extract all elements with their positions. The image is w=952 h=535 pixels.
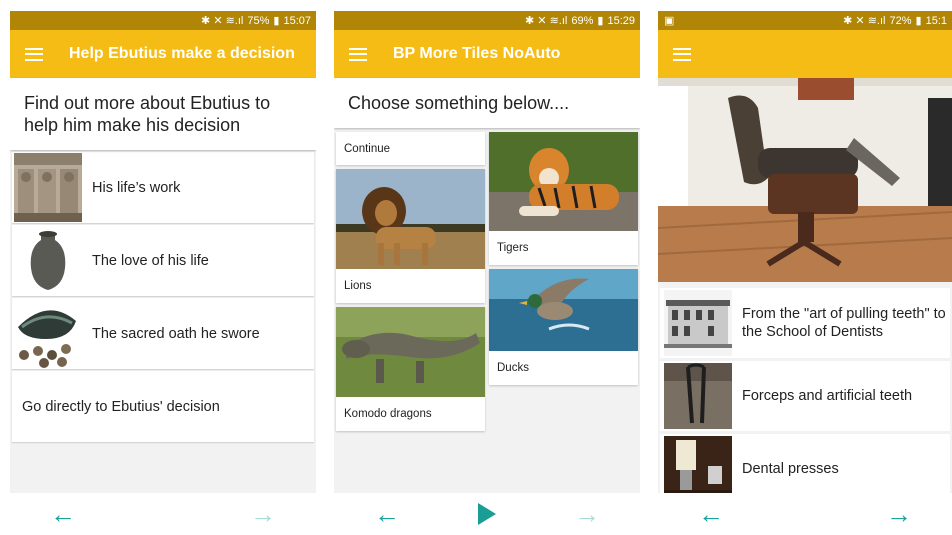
screen-dentistry: ▣ ✱ ✕ ≋.ıl 72% ▮ 15:1 From the "art of p… (658, 11, 952, 535)
building-image (664, 290, 732, 356)
battery-level: 75% (247, 14, 270, 27)
tile-lions[interactable]: Lions (336, 169, 485, 303)
clock: 15:1 (925, 14, 947, 27)
list-item-art-of-pulling-teeth[interactable]: From the "art of pulling teeth" to the S… (660, 288, 950, 358)
tile-tigers[interactable]: Tigers (489, 132, 638, 265)
tile-grid: Continue Lions Komodo dragons Tigers Duc… (334, 128, 640, 508)
list-item-decision[interactable]: Go directly to Ebutius' decision (12, 371, 314, 442)
screen-tiles: ✱ ✕ ≋.ıl 69% ▮ 15:29 BP More Tiles NoAut… (334, 11, 640, 535)
clock: 15:07 (283, 14, 311, 27)
image-notification-icon: ▣ (664, 15, 675, 27)
battery-icon: ▮ (273, 15, 280, 27)
list-item-forceps[interactable]: Forceps and artificial teeth (660, 361, 950, 431)
battery-level: 72% (889, 14, 912, 27)
back-arrow-icon[interactable]: ← (50, 501, 76, 527)
forward-arrow-icon[interactable]: → (886, 501, 912, 527)
tile-label: Continue (344, 142, 391, 155)
page-title: BP More Tiles NoAuto (393, 45, 561, 62)
clock: 15:29 (607, 14, 635, 27)
hamburger-menu-icon[interactable] (25, 47, 43, 61)
vase-image (14, 226, 82, 295)
app-bar (658, 30, 952, 78)
relief-sculpture-image (14, 153, 82, 222)
app-bar: Help Ebutius make a decision (10, 30, 316, 78)
status-bar: ▣ ✱ ✕ ≋.ıl 72% ▮ 15:1 (658, 11, 952, 30)
status-icons: ✱ ✕ ≋.ıl (201, 15, 244, 27)
battery-icon: ▮ (597, 15, 604, 27)
list-item-life-work[interactable]: His life’s work (12, 152, 314, 223)
tile-label: Komodo dragons (344, 408, 432, 420)
tile-ducks[interactable]: Ducks (489, 269, 638, 385)
status-bar: ✱ ✕ ≋.ıl 69% ▮ 15:29 (334, 11, 640, 30)
dental-chair-image (658, 78, 952, 282)
topic-list: From the "art of pulling teeth" to the S… (658, 282, 952, 504)
page-title: Help Ebutius make a decision (69, 45, 295, 62)
item-label: His life’s work (92, 179, 181, 196)
tile-label: Tigers (497, 242, 529, 254)
battery-level: 69% (571, 14, 594, 27)
forceps-image (664, 363, 732, 429)
item-label: Go directly to Ebutius' decision (22, 398, 220, 415)
bottom-nav: ← → (658, 493, 952, 535)
komodo-dragon-image (336, 307, 485, 397)
status-icons: ✱ ✕ ≋.ıl (525, 15, 568, 27)
app-bar: BP More Tiles NoAuto (334, 30, 640, 78)
item-label: The sacred oath he swore (92, 325, 260, 342)
tile-label: Lions (344, 280, 372, 292)
forward-arrow-icon[interactable]: → (574, 501, 600, 527)
duck-image (489, 269, 638, 351)
topic-list: His life’s work The love of his life The… (10, 150, 316, 442)
lion-image (336, 169, 485, 269)
list-item-oath[interactable]: The sacred oath he swore (12, 298, 314, 369)
status-bar: ✱ ✕ ≋.ıl 75% ▮ 15:07 (10, 11, 316, 30)
back-arrow-icon[interactable]: ← (698, 501, 724, 527)
list-item-love[interactable]: The love of his life (12, 225, 314, 296)
intro-header: Find out more about Ebutius to help him … (10, 78, 316, 150)
tiger-image (489, 132, 638, 231)
bottom-nav: ← → (10, 493, 316, 535)
play-icon[interactable] (478, 503, 496, 525)
forward-arrow-icon[interactable]: → (250, 501, 276, 527)
tile-label: Ducks (497, 362, 529, 374)
item-label: Forceps and artificial teeth (742, 388, 913, 404)
hamburger-menu-icon[interactable] (349, 47, 367, 61)
item-label: Dental presses (742, 461, 839, 477)
item-label: The love of his life (92, 252, 209, 269)
item-label: From the "art of pulling teeth" to the S… (742, 306, 946, 340)
back-arrow-icon[interactable]: ← (374, 501, 400, 527)
battery-icon: ▮ (915, 15, 922, 27)
tile-komodo[interactable]: Komodo dragons (336, 307, 485, 431)
status-icons: ✱ ✕ ≋.ıl (843, 15, 886, 27)
hamburger-menu-icon[interactable] (673, 47, 691, 61)
intro-header: Choose something below.... (334, 78, 640, 128)
screen-ebutius: ✱ ✕ ≋.ıl 75% ▮ 15:07 Help Ebutius make a… (10, 11, 316, 535)
tile-continue[interactable]: Continue (336, 132, 485, 165)
coins-bowl-image (14, 299, 82, 368)
bottom-nav: ← → (334, 493, 640, 535)
